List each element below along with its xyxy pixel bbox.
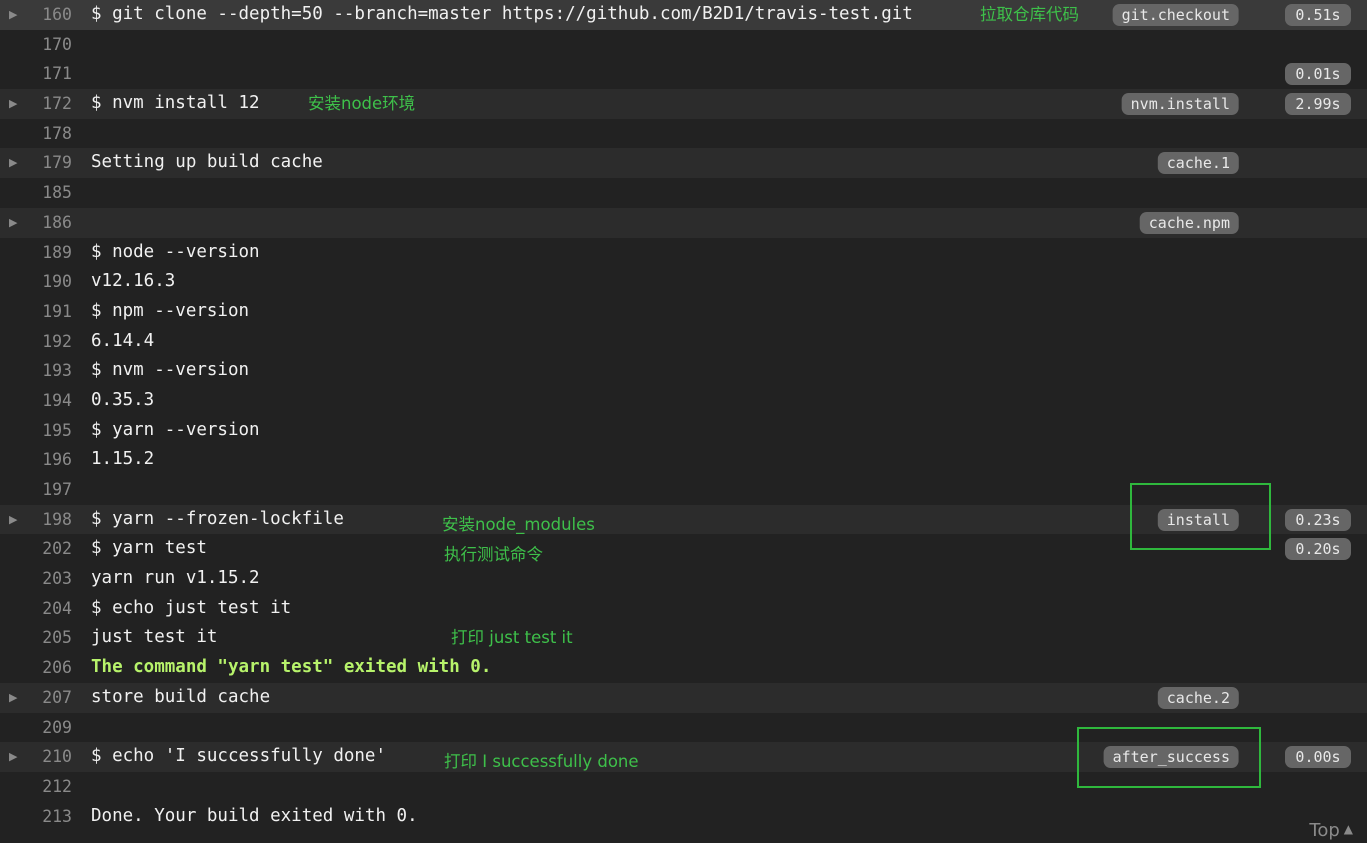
line-number[interactable]: 178 — [20, 119, 72, 149]
log-text: 6.14.4 — [91, 330, 155, 351]
log-line: 170 — [0, 30, 1367, 60]
line-number[interactable]: 189 — [20, 238, 72, 268]
duration-badge: 0.23s — [1285, 508, 1351, 531]
log-text: $ npm --version — [91, 300, 250, 321]
fold-arrow-icon[interactable]: ▶ — [9, 683, 17, 713]
fold-arrow-icon[interactable]: ▶ — [9, 742, 17, 772]
log-line: 195 $ yarn --version — [0, 416, 1367, 446]
line-number[interactable]: 212 — [20, 772, 72, 802]
log-text: $ yarn --frozen-lockfile — [91, 508, 344, 529]
log-text: $ git clone --depth=50 --branch=master h… — [91, 4, 913, 24]
log-line: 196 1.15.2 — [0, 445, 1367, 475]
log-line: 203 yarn run v1.15.2 — [0, 564, 1367, 594]
log-line: 171 0.01s — [0, 59, 1367, 89]
line-number[interactable]: 191 — [20, 297, 72, 327]
line-number[interactable]: 207 — [20, 683, 72, 713]
log-text: store build cache — [91, 686, 271, 707]
line-number[interactable]: 160 — [20, 0, 72, 30]
log-line: 205 just test it 打印 just test it — [0, 623, 1367, 653]
line-number[interactable]: 210 — [20, 742, 72, 772]
duration-badge: 2.99s — [1285, 93, 1351, 116]
log-line: 185 — [0, 178, 1367, 208]
line-number[interactable]: 195 — [20, 416, 72, 446]
fold-arrow-icon[interactable]: ▶ — [9, 148, 17, 178]
log-line[interactable]: ▶ 172 $ nvm install 12 安装node环境 nvm.install 2… — [0, 89, 1367, 119]
duration-badge: 0.00s — [1285, 746, 1351, 769]
log-line[interactable]: ▶ 160 $ git clone --depth=50 --branch=mast… — [0, 0, 1367, 30]
fold-tag: cache.npm — [1139, 211, 1239, 234]
fold-arrow-icon[interactable]: ▶ — [9, 505, 17, 535]
log-text: 0.35.3 — [91, 389, 155, 410]
log-line: 191 $ npm --version — [0, 297, 1367, 327]
fold-tag: git.checkout — [1112, 4, 1239, 26]
log-text: $ node --version — [91, 241, 260, 262]
line-number[interactable]: 197 — [20, 475, 72, 505]
top-link-label: Top — [1309, 820, 1340, 841]
log-text: $ nvm install 12 — [91, 93, 260, 114]
line-number[interactable]: 171 — [20, 59, 72, 89]
line-number[interactable]: 202 — [20, 534, 72, 564]
duration-badge: 0.01s — [1285, 63, 1351, 86]
log-line: 193 $ nvm --version — [0, 356, 1367, 386]
fold-tag: cache.1 — [1157, 152, 1239, 175]
scroll-to-top-link[interactable]: Top ▲ — [1309, 820, 1353, 841]
log-line[interactable]: ▶ 186 cache.npm — [0, 207, 1367, 238]
highlight-box-after-success — [1077, 727, 1261, 788]
log-text: Setting up build cache — [91, 152, 323, 173]
log-line: 204 $ echo just test it — [0, 594, 1367, 624]
log-text: $ echo just test it — [91, 597, 292, 618]
annotation-label: 拉取仓库代码 — [980, 5, 1079, 24]
log-line: 206 The command "yarn test" exited with 0… — [0, 653, 1367, 683]
log-text: just test it — [91, 627, 218, 648]
line-number[interactable]: 213 — [20, 802, 72, 832]
log-text: $ echo 'I successfully done' — [91, 746, 387, 767]
line-number[interactable]: 203 — [20, 564, 72, 594]
log-text: yarn run v1.15.2 — [91, 568, 260, 589]
highlight-box-install — [1130, 483, 1271, 550]
log-line: 190 v12.16.3 — [0, 267, 1367, 297]
log-text: $ nvm --version — [91, 360, 250, 381]
log-line: 178 — [0, 119, 1367, 149]
line-number[interactable]: 190 — [20, 267, 72, 297]
duration-badge: 0.20s — [1285, 538, 1351, 561]
duration-badge: 0.51s — [1285, 4, 1351, 26]
line-number[interactable]: 198 — [20, 505, 72, 535]
line-number[interactable]: 186 — [20, 208, 72, 238]
line-number[interactable]: 185 — [20, 178, 72, 208]
fold-tag: nvm.install — [1121, 93, 1239, 116]
fold-tag: cache.2 — [1157, 686, 1239, 709]
log-line: 213 Done. Your build exited with 0. — [0, 802, 1367, 832]
annotation-label: 安装node环境 — [308, 94, 416, 114]
line-number[interactable]: 170 — [20, 30, 72, 60]
line-number[interactable]: 193 — [20, 356, 72, 386]
log-text: $ yarn test — [91, 538, 207, 559]
line-number[interactable]: 206 — [20, 653, 72, 683]
fold-arrow-icon[interactable]: ▶ — [9, 208, 17, 238]
line-number[interactable]: 196 — [20, 445, 72, 475]
log-text: The command "yarn test" exited with 0. — [91, 657, 492, 678]
log-line: 194 0.35.3 — [0, 386, 1367, 416]
fold-arrow-icon[interactable]: ▶ — [9, 0, 17, 30]
annotation-label: 打印 just test it — [451, 628, 573, 648]
log-text: $ yarn --version — [91, 419, 260, 440]
log-line[interactable]: ▶ 207 store build cache cache.2 — [0, 682, 1367, 713]
log-line: 189 $ node --version — [0, 238, 1367, 268]
log-line: 192 6.14.4 — [0, 327, 1367, 357]
line-number[interactable]: 194 — [20, 386, 72, 416]
line-number[interactable]: 192 — [20, 327, 72, 357]
line-number[interactable]: 204 — [20, 594, 72, 624]
log-text: 1.15.2 — [91, 449, 155, 470]
log-line[interactable]: ▶ 179 Setting up build cache cache.1 — [0, 148, 1367, 179]
fold-arrow-icon[interactable]: ▶ — [9, 89, 17, 119]
line-number[interactable]: 179 — [20, 148, 72, 178]
log-text: v12.16.3 — [91, 271, 176, 292]
caret-up-icon: ▲ — [1343, 822, 1353, 836]
build-log: ▶ 160 $ git clone --depth=50 --branch=mast… — [0, 0, 1367, 831]
line-number[interactable]: 205 — [20, 623, 72, 653]
line-number[interactable]: 172 — [20, 89, 72, 119]
line-number[interactable]: 209 — [20, 713, 72, 743]
log-text: Done. Your build exited with 0. — [91, 805, 418, 826]
